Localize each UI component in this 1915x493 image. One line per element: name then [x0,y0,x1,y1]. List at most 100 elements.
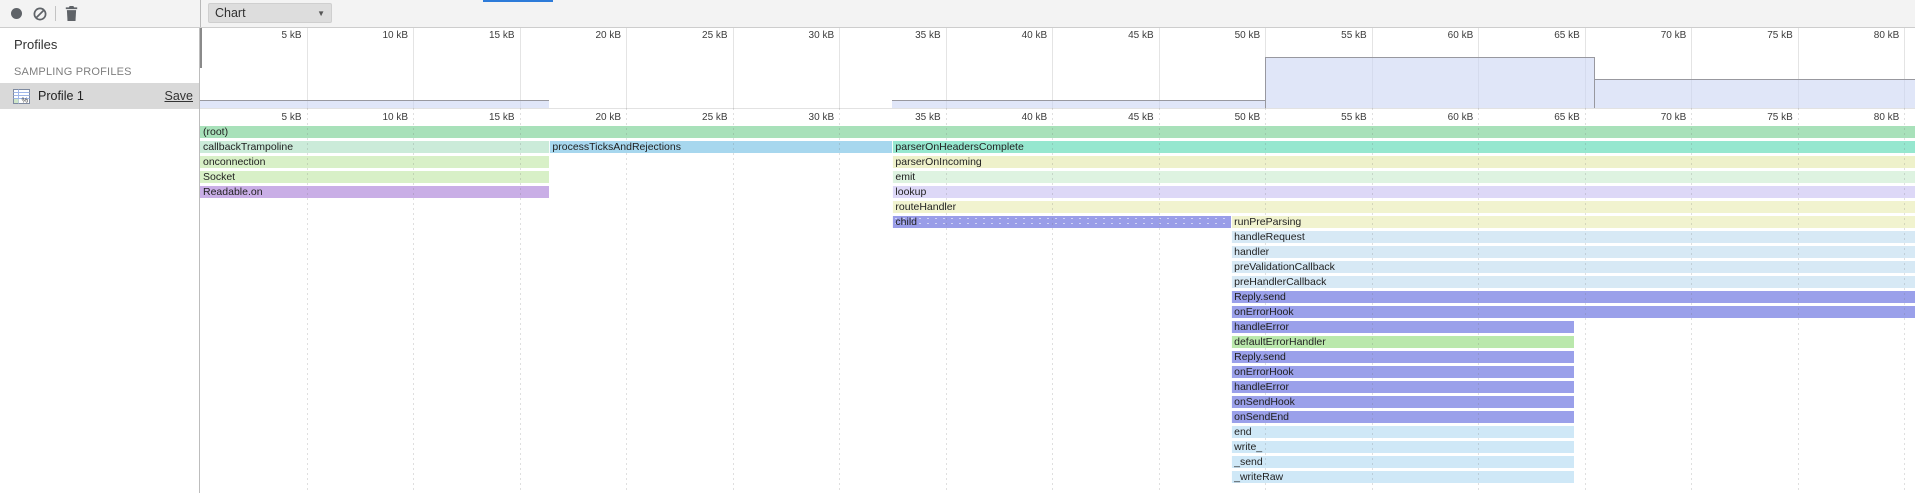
chart-grid-line [520,108,521,493]
toolbar: Chart ▼ [0,0,1915,28]
chart-grid-line [1798,108,1799,493]
flame-frame[interactable]: runPreParsing [1231,216,1915,228]
overview-grid-line [1159,27,1160,108]
chart-grid-line [733,108,734,493]
chart-grid-line [1052,108,1053,493]
flame-frame[interactable]: Reply.send [1231,291,1915,303]
flame-frame[interactable]: handleError [1231,381,1574,393]
view-mode-value: Chart [215,6,246,20]
heap-profiler-panel: { "app": { "accent_color": "#2d7bd9" }, … [0,0,1915,493]
overview-ruler-label: 80 kB [1874,30,1905,41]
flame-frame[interactable]: handleError [1231,321,1574,333]
delete-profile-button[interactable] [59,2,83,26]
overview-ruler-label: 25 kB [702,30,733,41]
flame-frame[interactable]: write_ [1231,441,1574,453]
chart-grid-line [1159,108,1160,493]
trash-icon [65,6,78,21]
view-mode-select[interactable]: Chart ▼ [208,3,332,23]
flame-frame[interactable]: lookup [892,186,1915,198]
circle-slash-icon [33,7,47,21]
profile-name: Profile 1 [38,89,84,103]
overview-range-grip[interactable] [200,28,202,68]
save-profile-link[interactable]: Save [165,89,194,103]
flame-frame[interactable]: parserOnIncoming [892,156,1915,168]
overview-grid-line [520,27,521,108]
chart-grid-line [1265,108,1266,493]
profile-item-profile-1[interactable]: % Profile 1 Save [0,83,199,109]
overview-step-low [200,100,549,108]
chart-grid-line [839,108,840,493]
memory-overview[interactable]: 5 kB 10 kB 15 kB 20 kB 25 kB 30 kB 35 kB 40 kB 4… [200,27,1915,109]
overview-ruler-label: 65 kB [1554,30,1585,41]
flame-frame[interactable]: defaultErrorHandler [1231,336,1574,348]
flame-frame[interactable]: (root) [200,126,1915,138]
overview-ruler-label: 75 kB [1767,30,1798,41]
flame-frame[interactable]: onconnection [200,156,549,168]
flame-frame[interactable]: Readable.on [200,186,549,198]
chart-grid-line [1372,108,1373,493]
flame-frame[interactable]: _writeRaw [1231,471,1574,483]
overview-grid-line [413,27,414,108]
sampling-profiles-header: SAMPLING PROFILES [14,66,199,78]
overview-ruler-label: 10 kB [382,30,413,41]
profiles-sidebar: Profiles SAMPLING PROFILES % Profile 1 S… [0,27,200,493]
flame-frame[interactable]: Socket [200,171,549,183]
overview-ruler-label: 45 kB [1128,30,1159,41]
chart-grid-line [1585,108,1586,493]
flame-chart-rows: (root) callbackTrampolineprocessTicksAndR… [200,108,1915,493]
flame-frame[interactable]: onErrorHook [1231,366,1574,378]
clear-all-button[interactable] [28,2,52,26]
overview-step-high [1265,57,1595,108]
flame-frame[interactable]: processTicksAndRejections [549,141,892,153]
record-button[interactable] [4,2,28,26]
flame-frame[interactable]: handleRequest [1231,231,1915,243]
overview-grid-line [307,27,308,108]
flame-frame[interactable]: preValidationCallback [1231,261,1915,273]
overview-ruler-label: 50 kB [1235,30,1266,41]
overview-ruler-label: 40 kB [1022,30,1053,41]
flame-frame[interactable]: onErrorHook [1231,306,1915,318]
overview-step-mid [1595,79,1915,108]
flame-frame[interactable]: emit [892,171,1915,183]
flame-frame[interactable]: preHandlerCallback [1231,276,1915,288]
overview-ruler-label: 55 kB [1341,30,1372,41]
chart-grid-line [413,108,414,493]
overview-ruler-label: 70 kB [1661,30,1692,41]
flame-frame[interactable]: Reply.send [1231,351,1574,363]
overview-ruler-label: 20 kB [596,30,627,41]
overview-ruler-label: 5 kB [282,30,307,41]
flame-frame[interactable]: onSendHook [1231,396,1574,408]
overview-step-low [892,100,1265,108]
svg-text:%: % [22,95,29,103]
chart-grid-line [1904,108,1905,493]
heap-profile-icon: % [13,89,30,104]
overview-ruler-label: 35 kB [915,30,946,41]
flame-frame[interactable]: onSendEnd [1231,411,1574,423]
chart-grid-line [1691,108,1692,493]
overview-grid-line [626,27,627,108]
allocation-sampling-chart: 5 kB 10 kB 15 kB 20 kB 25 kB 30 kB 35 kB 40 kB 4… [200,27,1915,493]
overview-ruler-label: 60 kB [1448,30,1479,41]
overview-grid-line [839,27,840,108]
flame-frame[interactable]: end [1231,426,1574,438]
overview-ruler-label: 30 kB [809,30,840,41]
overview-grid-line [1052,27,1053,108]
flame-frame[interactable]: callbackTrampoline [200,141,549,153]
chart-grid-line [1478,108,1479,493]
chart-grid-line [626,108,627,493]
sidebar-title: Profiles [14,37,199,52]
flame-frame[interactable]: child [892,216,1231,228]
record-circle-icon [11,8,22,19]
chevron-down-icon: ▼ [317,9,325,18]
chart-grid-line [946,108,947,493]
chart-toolbar: Chart ▼ [200,0,1915,27]
active-tab-indicator [483,0,553,2]
overview-grid-line [946,27,947,108]
flame-frame[interactable]: parserOnHeadersComplete [892,141,1915,153]
overview-ruler-label: 15 kB [489,30,520,41]
flame-frame[interactable]: _send [1231,456,1574,468]
chart-grid-line [307,108,308,493]
flame-frame[interactable]: routeHandler [892,201,1915,213]
toolbar-divider [55,6,56,21]
flame-frame[interactable]: handler [1231,246,1915,258]
